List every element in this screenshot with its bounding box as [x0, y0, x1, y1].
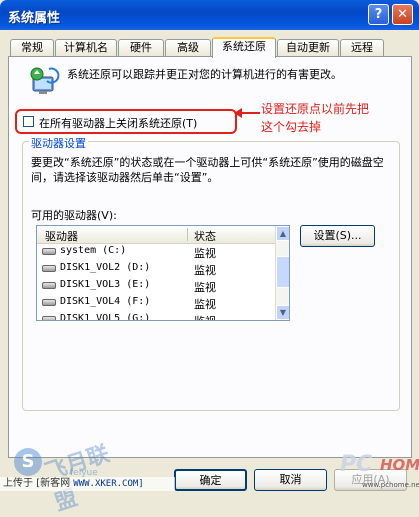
- drive-name: DISK1_VOL4 (F:): [60, 296, 151, 307]
- cancel-button[interactable]: 取消: [254, 469, 327, 491]
- turn-off-restore-option[interactable]: 在所有驱动器上关闭系统还原(T): [23, 114, 233, 130]
- watermark-domain: www.pchome.net: [362, 481, 419, 489]
- tab-advanced[interactable]: 高级: [165, 39, 211, 56]
- drive-name: system (C:): [60, 245, 127, 256]
- annotation-line-2: 这个勾去掉: [261, 120, 322, 134]
- tab-general[interactable]: 常规: [10, 39, 54, 56]
- title-bar[interactable]: 系统属性 ? ✕: [0, 0, 419, 30]
- intro-text: 系统还原可以跟踪并更正对您的计算机进行的有害更改。: [67, 68, 342, 81]
- annotation-note: 设置还原点以前先把 这个勾去掉: [261, 100, 369, 136]
- drive-settings-button[interactable]: 设置(S)...: [300, 225, 375, 247]
- column-separator[interactable]: [187, 228, 188, 241]
- tab-hardware[interactable]: 硬件: [118, 39, 164, 56]
- tab-strip: 常规 计算机名 硬件 高级 系统还原 自动更新 远程: [8, 37, 412, 58]
- annotation-line-1: 设置还原点以前先把: [261, 102, 370, 116]
- upload-footer: 上传于 [新客网 WWW.XKER.COM]: [0, 477, 175, 491]
- close-button[interactable]: ✕: [392, 4, 413, 25]
- drives-list-scrollbar[interactable]: ▲ ▼: [275, 226, 289, 320]
- turn-off-restore-checkbox[interactable]: [23, 116, 34, 127]
- drive-row[interactable]: DISK1_VOL5 (G:) 监视: [37, 311, 275, 321]
- drive-settings-legend: 驱动器设置: [29, 135, 88, 151]
- ok-button[interactable]: 确定: [174, 469, 247, 491]
- turn-off-restore-label[interactable]: 在所有驱动器上关闭系统还原(T): [39, 115, 197, 131]
- hard-drive-icon: [42, 299, 56, 306]
- drive-name: DISK1_VOL3 (E:): [60, 279, 151, 290]
- system-restore-panel: 系统还原可以跟踪并更正对您的计算机进行的有害更改。 在所有驱动器上关闭系统还原(…: [8, 56, 412, 458]
- drive-row[interactable]: system (C:) 监视: [37, 243, 275, 260]
- tab-system-restore[interactable]: 系统还原: [212, 37, 276, 58]
- hard-drive-icon: [42, 282, 56, 289]
- scroll-thumb[interactable]: [276, 256, 289, 288]
- drives-list[interactable]: 驱动器 状态 system (C:) 监视 DISK1_VOL2 (D:) 监视…: [36, 225, 290, 321]
- drive-name: DISK1_VOL5 (G:): [60, 313, 151, 321]
- system-restore-icon: [30, 67, 60, 94]
- footer-prefix: 上传于: [3, 478, 33, 489]
- footer-site: [新客网: [36, 478, 71, 489]
- watermark-pc: PC: [340, 452, 373, 477]
- drive-row[interactable]: DISK1_VOL4 (F:) 监视: [37, 294, 275, 311]
- hard-drive-icon: [42, 248, 56, 255]
- tab-computer-name[interactable]: 计算机名: [55, 39, 117, 56]
- watermark-home: HOME: [380, 456, 419, 474]
- column-drive[interactable]: 驱动器: [45, 228, 78, 244]
- tab-remote[interactable]: 远程: [340, 39, 384, 56]
- scroll-up-button[interactable]: ▲: [276, 226, 289, 241]
- drive-status: 监视: [194, 264, 216, 277]
- drive-status: 监视: [194, 281, 216, 294]
- available-drives-label: 可用的驱动器(V):: [31, 209, 117, 222]
- system-properties-window: 系统属性 ? ✕ 常规 计算机名 硬件 高级 系统还原 自动更新 远程 系统还原…: [0, 0, 419, 516]
- tab-automatic-updates[interactable]: 自动更新: [277, 39, 339, 56]
- hard-drive-icon: [42, 265, 56, 272]
- drive-status: 监视: [194, 247, 216, 260]
- window-title: 系统属性: [8, 11, 61, 26]
- help-button[interactable]: ?: [368, 4, 389, 25]
- hard-drive-icon: [42, 316, 56, 320]
- drive-row[interactable]: DISK1_VOL2 (D:) 监视: [37, 260, 275, 277]
- drive-name: DISK1_VOL2 (D:): [60, 262, 151, 273]
- help-icon: ?: [374, 7, 383, 22]
- scroll-down-button[interactable]: ▼: [276, 305, 289, 320]
- annotation-arrow-icon: [234, 108, 260, 118]
- drive-settings-description: 要更改“系统还原”的状态或在一个驱动器上可供“系统还原”使用的磁盘空间，请选择该…: [31, 156, 384, 184]
- drive-row[interactable]: DISK1_VOL3 (E:) 监视: [37, 277, 275, 294]
- watermark-pchome: PC HOME www.pchome.net: [340, 450, 419, 497]
- footer-url: WWW.XKER.COM]: [73, 479, 144, 489]
- drive-status: 监视: [194, 298, 216, 311]
- drive-status: 监视: [194, 313, 216, 320]
- close-icon: ✕: [397, 7, 408, 22]
- drives-list-header: 驱动器 状态: [37, 226, 275, 244]
- column-status[interactable]: 状态: [194, 228, 216, 244]
